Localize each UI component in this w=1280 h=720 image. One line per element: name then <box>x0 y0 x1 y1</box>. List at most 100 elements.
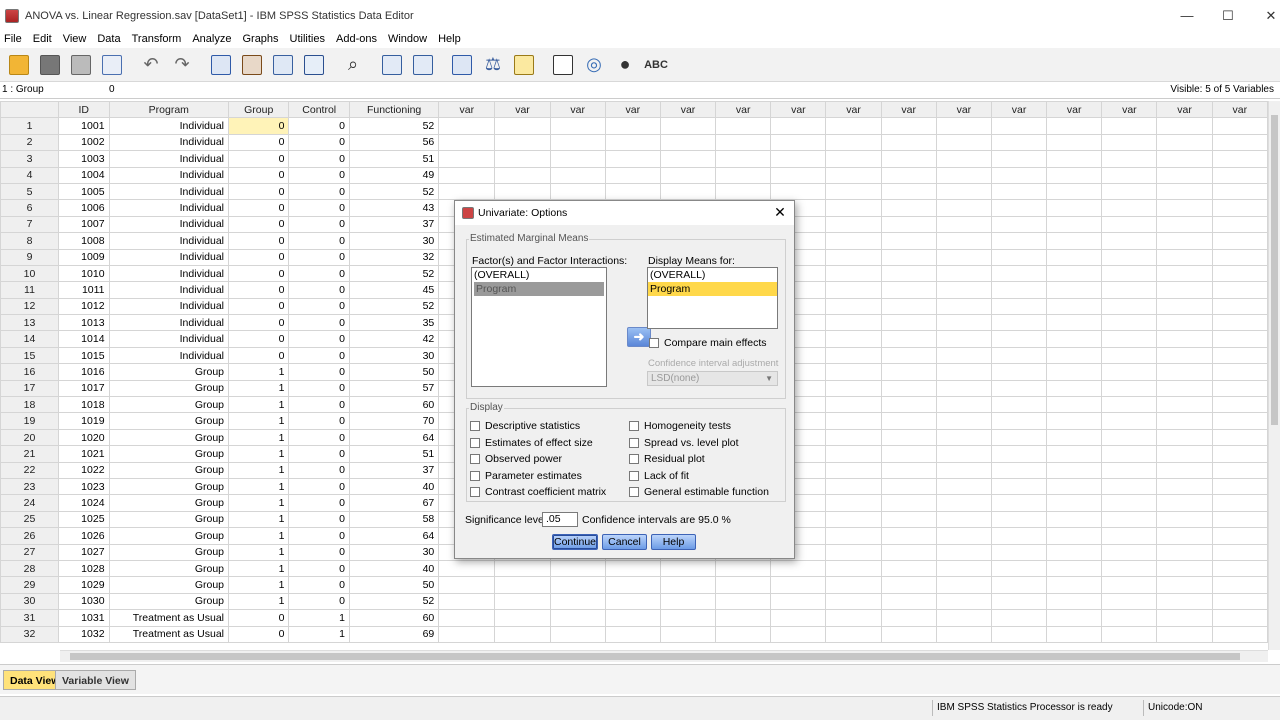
empty-cell[interactable] <box>1211 281 1268 299</box>
empty-cell[interactable] <box>935 133 992 152</box>
control-cell[interactable]: 0 <box>288 166 350 184</box>
program-cell[interactable]: Individual <box>108 199 230 217</box>
find-icon[interactable]: ⌕ <box>340 52 366 78</box>
empty-cell[interactable] <box>604 609 661 627</box>
functioning-cell[interactable]: 50 <box>348 576 440 594</box>
group-cell[interactable]: 0 <box>228 346 290 365</box>
recall-dialog-icon[interactable] <box>99 52 125 78</box>
column-header-var[interactable]: var <box>604 101 661 119</box>
id-cell[interactable]: 1009 <box>58 248 110 266</box>
empty-cell[interactable] <box>770 117 827 135</box>
empty-cell[interactable] <box>880 346 937 365</box>
empty-cell[interactable] <box>825 133 882 152</box>
id-cell[interactable]: 1006 <box>58 199 110 217</box>
control-cell[interactable]: 0 <box>288 330 350 348</box>
display-means-item-overall[interactable]: (OVERALL) <box>648 268 777 282</box>
functioning-cell[interactable]: 52 <box>348 297 440 316</box>
empty-cell[interactable] <box>1156 330 1213 348</box>
empty-cell[interactable] <box>990 396 1048 414</box>
descriptive-statistics-checkbox[interactable]: Descriptive statistics <box>470 420 580 432</box>
value-labels-icon[interactable] <box>550 52 576 78</box>
menu-help[interactable]: Help <box>434 32 468 48</box>
id-cell[interactable]: 1013 <box>58 314 110 332</box>
empty-cell[interactable] <box>1046 314 1103 332</box>
help-button[interactable]: Help <box>651 534 696 550</box>
empty-cell[interactable] <box>1211 297 1268 316</box>
empty-cell[interactable] <box>604 592 661 611</box>
empty-cell[interactable] <box>825 215 882 234</box>
empty-cell[interactable] <box>880 576 937 594</box>
empty-cell[interactable] <box>825 363 882 381</box>
empty-cell[interactable] <box>990 625 1048 643</box>
empty-cell[interactable] <box>1046 396 1103 414</box>
empty-cell[interactable] <box>1211 510 1268 529</box>
empty-cell[interactable] <box>1156 232 1213 250</box>
row-header[interactable]: 18 <box>0 396 60 414</box>
control-cell[interactable]: 0 <box>288 592 350 611</box>
row-header[interactable]: 11 <box>0 281 60 299</box>
menu-data[interactable]: Data <box>93 32 127 48</box>
empty-cell[interactable] <box>770 559 827 578</box>
control-cell[interactable]: 0 <box>288 363 350 381</box>
empty-cell[interactable] <box>825 396 882 414</box>
program-cell[interactable]: Group <box>108 592 230 611</box>
control-cell[interactable]: 0 <box>288 215 350 234</box>
empty-cell[interactable] <box>438 625 496 643</box>
maximize-button[interactable]: ☐ <box>1205 6 1251 26</box>
empty-cell[interactable] <box>935 445 992 463</box>
checkbox-box[interactable] <box>470 471 480 481</box>
program-cell[interactable]: Treatment as Usual <box>108 609 230 627</box>
empty-cell[interactable] <box>1101 117 1158 135</box>
empty-cell[interactable] <box>1101 477 1158 496</box>
row-header[interactable]: 6 <box>0 199 60 217</box>
column-header-var[interactable]: var <box>715 101 772 119</box>
empty-cell[interactable] <box>1046 199 1103 217</box>
empty-cell[interactable] <box>935 428 992 447</box>
empty-cell[interactable] <box>935 330 992 348</box>
empty-cell[interactable] <box>494 182 551 201</box>
control-cell[interactable]: 0 <box>288 346 350 365</box>
spelling-icon[interactable]: ABC <box>643 52 669 78</box>
empty-cell[interactable] <box>935 412 992 430</box>
empty-cell[interactable] <box>1156 461 1213 479</box>
functioning-cell[interactable]: 60 <box>348 609 440 627</box>
row-header[interactable]: 7 <box>0 215 60 234</box>
group-cell[interactable]: 1 <box>228 592 290 611</box>
select-cases-icon[interactable] <box>511 52 537 78</box>
id-cell[interactable]: 1005 <box>58 182 110 201</box>
control-cell[interactable]: 0 <box>288 527 350 545</box>
empty-cell[interactable] <box>1046 117 1103 135</box>
split-file-icon[interactable] <box>449 52 475 78</box>
empty-cell[interactable] <box>880 215 937 234</box>
empty-cell[interactable] <box>438 166 496 184</box>
empty-cell[interactable] <box>1046 379 1103 398</box>
control-cell[interactable]: 0 <box>288 133 350 152</box>
empty-cell[interactable] <box>494 559 551 578</box>
checkbox-box[interactable] <box>629 487 639 497</box>
display-means-list[interactable]: (OVERALL) Program <box>647 267 778 329</box>
group-cell[interactable]: 0 <box>228 330 290 348</box>
empty-cell[interactable] <box>880 527 937 545</box>
functioning-cell[interactable]: 52 <box>348 182 440 201</box>
empty-cell[interactable] <box>770 609 827 627</box>
empty-cell[interactable] <box>990 543 1048 561</box>
empty-cell[interactable] <box>1101 494 1158 512</box>
row-header[interactable]: 16 <box>0 363 60 381</box>
empty-cell[interactable] <box>549 576 606 594</box>
id-cell[interactable]: 1026 <box>58 527 110 545</box>
empty-cell[interactable] <box>880 412 937 430</box>
group-cell[interactable]: 1 <box>228 543 290 561</box>
control-cell[interactable]: 0 <box>288 314 350 332</box>
empty-cell[interactable] <box>770 166 827 184</box>
empty-cell[interactable] <box>990 215 1048 234</box>
checkbox-box[interactable] <box>470 487 480 497</box>
empty-cell[interactable] <box>1101 133 1158 152</box>
empty-cell[interactable] <box>438 592 496 611</box>
functioning-cell[interactable]: 30 <box>348 346 440 365</box>
group-cell[interactable]: 1 <box>228 527 290 545</box>
empty-cell[interactable] <box>935 477 992 496</box>
group-cell[interactable]: 0 <box>228 215 290 234</box>
empty-cell[interactable] <box>1046 559 1103 578</box>
use-sets-icon[interactable]: ◎ <box>581 52 607 78</box>
empty-cell[interactable] <box>1101 428 1158 447</box>
